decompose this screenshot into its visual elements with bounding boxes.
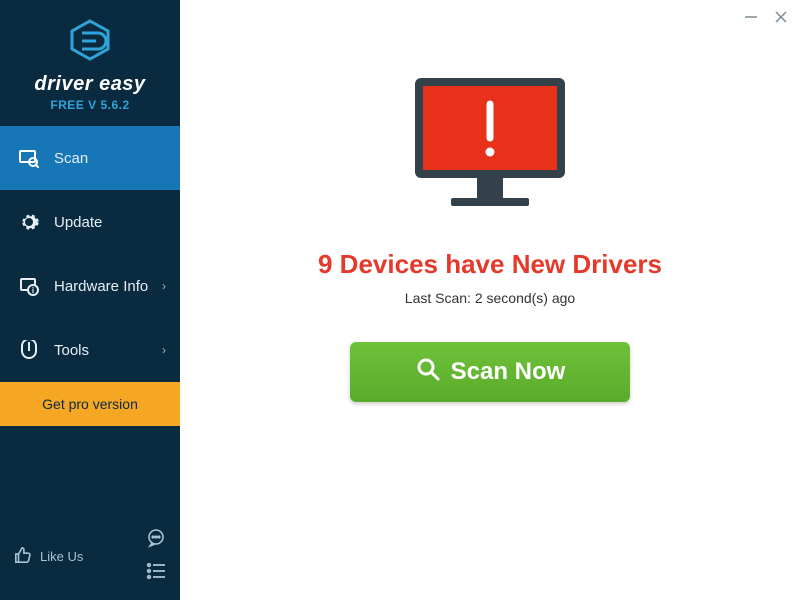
feedback-icon[interactable]: [146, 528, 166, 553]
scan-icon: [18, 148, 40, 168]
chevron-right-icon: ›: [162, 343, 166, 357]
scan-button-label: Scan Now: [451, 358, 566, 386]
status-headline: 9 Devices have New Drivers: [318, 249, 662, 280]
get-pro-button[interactable]: Get pro version: [0, 382, 180, 426]
tools-icon: [18, 340, 40, 360]
sidebar-item-label: Scan: [54, 150, 88, 167]
sidebar: driver easy FREE V 5.6.2 Scan: [0, 0, 180, 600]
search-icon: [415, 356, 441, 389]
close-button[interactable]: [774, 10, 788, 29]
content: 9 Devices have New Drivers Last Scan: 2 …: [318, 70, 662, 402]
sidebar-item-label: Hardware Info: [54, 278, 148, 295]
alert-monitor-illustration: [405, 70, 575, 225]
gear-icon: [18, 212, 40, 232]
sidebar-item-scan[interactable]: Scan: [0, 126, 180, 190]
logo-block: driver easy FREE V 5.6.2: [0, 0, 180, 126]
sidebar-item-label: Tools: [54, 342, 89, 359]
chevron-right-icon: ›: [162, 279, 166, 293]
pro-button-label: Get pro version: [42, 396, 138, 412]
sidebar-footer: Like Us: [0, 528, 180, 600]
menu-icon[interactable]: [146, 563, 166, 584]
window-controls: [744, 10, 788, 29]
hardware-icon: i: [18, 276, 40, 296]
logo-text: driver easy: [34, 73, 145, 96]
nav: Scan Update i Hardware: [0, 126, 180, 426]
scan-now-button[interactable]: Scan Now: [350, 342, 630, 402]
sidebar-item-label: Update: [54, 214, 102, 231]
svg-text:i: i: [32, 286, 34, 295]
thumbs-up-icon: [14, 546, 32, 567]
spacer: [0, 426, 180, 528]
footer-right: [146, 528, 166, 584]
logo-icon: [68, 18, 112, 67]
last-scan-text: Last Scan: 2 second(s) ago: [405, 290, 575, 306]
like-label: Like Us: [40, 549, 83, 564]
version-label: FREE V 5.6.2: [50, 98, 129, 112]
sidebar-item-hardware[interactable]: i Hardware Info ›: [0, 254, 180, 318]
sidebar-item-tools[interactable]: Tools ›: [0, 318, 180, 382]
sidebar-item-update[interactable]: Update: [0, 190, 180, 254]
minimize-button[interactable]: [744, 10, 758, 29]
main-panel: 9 Devices have New Drivers Last Scan: 2 …: [180, 0, 800, 600]
like-us-button[interactable]: Like Us: [14, 546, 83, 567]
app-window: driver easy FREE V 5.6.2 Scan: [0, 0, 800, 600]
